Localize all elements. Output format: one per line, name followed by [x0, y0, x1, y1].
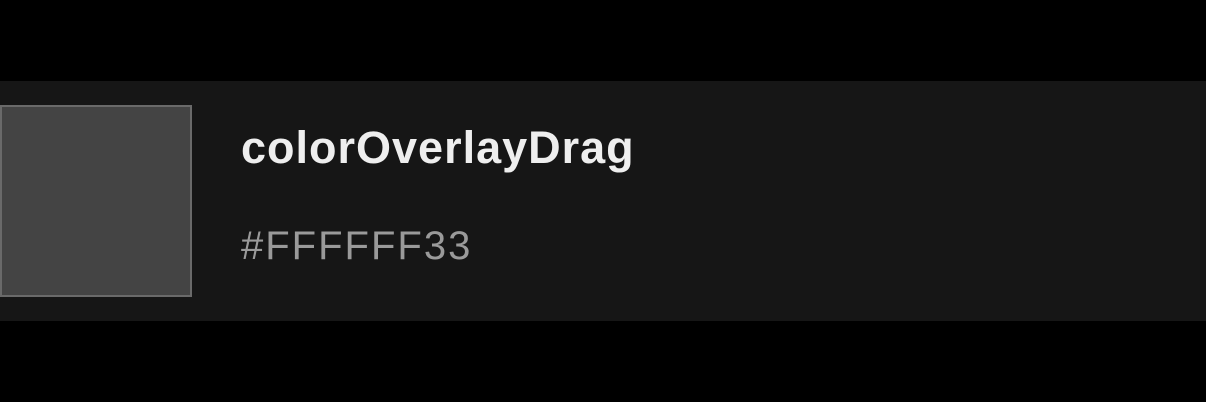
color-token-page: colorOverlayDrag #FFFFFF33	[0, 0, 1206, 402]
color-swatch	[0, 105, 192, 297]
token-value: #FFFFFF33	[241, 224, 473, 268]
color-token-row: colorOverlayDrag #FFFFFF33	[0, 81, 1206, 321]
token-name: colorOverlayDrag	[241, 122, 635, 173]
